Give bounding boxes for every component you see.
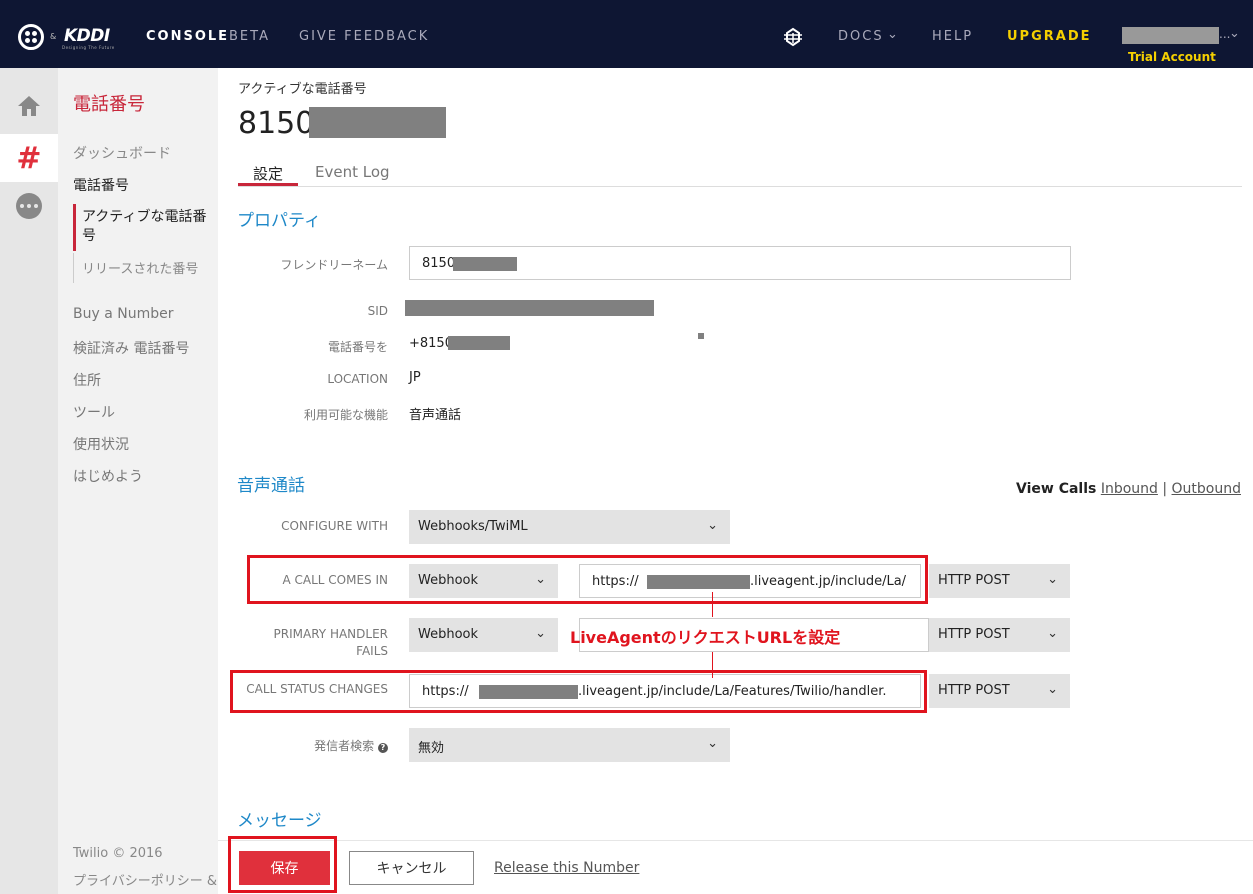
location-value: JP <box>409 370 421 385</box>
phone-number-hash-icon[interactable]: # <box>0 134 58 182</box>
caller-lookup-select[interactable]: 無効 ⌄ <box>409 728 730 762</box>
annotation-connector-bottom <box>712 652 713 678</box>
sidebar-item-address[interactable]: 住所 <box>73 370 101 390</box>
caller-lookup-label-text: 発信者検索 <box>314 739 375 753</box>
sidebar-title: 電話番号 <box>73 94 145 115</box>
chevron-down-icon: ⌄ <box>707 736 718 751</box>
redaction-mark <box>698 333 704 339</box>
primary-handler-label: PRIMARY HANDLER FAILS <box>274 626 388 660</box>
nav-docs[interactable]: DOCS <box>838 29 884 44</box>
sidebar-sub-divider <box>73 253 74 283</box>
debugger-bug-icon[interactable] <box>782 26 804 48</box>
configure-with-label: CONFIGURE WITH <box>281 519 388 533</box>
sidebar: 電話番号 ダッシュボード 電話番号 アクティブな電話番号 リリースされた番号 B… <box>58 68 218 894</box>
privacy-policy-link[interactable]: プライバシーポリシー & <box>73 870 217 889</box>
features-label: 利用可能な機能 <box>303 408 388 422</box>
call-comes-in-method-value: HTTP POST <box>938 573 1010 588</box>
messages-heading: メッセージ <box>237 811 322 831</box>
logo-ampersand: & <box>50 32 57 41</box>
primary-handler-type-value: Webhook <box>418 627 479 642</box>
sidebar-item-buy-number[interactable]: Buy a Number <box>73 306 173 322</box>
account-name-redacted[interactable] <box>1122 27 1219 44</box>
sidebar-item-released-numbers[interactable]: リリースされた番号 <box>82 258 198 277</box>
phone-number-label: 電話番号を <box>327 340 388 354</box>
phone-number-value-redacted <box>448 336 510 350</box>
home-icon[interactable] <box>0 82 58 130</box>
sidebar-item-verified-numbers[interactable]: 検証済み 電話番号 <box>73 338 189 358</box>
properties-heading: プロパティ <box>237 211 321 231</box>
chevron-down-icon: ⌄ <box>1047 572 1058 587</box>
sidebar-item-usage[interactable]: 使用状況 <box>73 434 129 454</box>
footer-action-bar: 保存 キャンセル Release this Number <box>218 840 1253 894</box>
sid-value-redacted <box>405 300 654 316</box>
sidebar-active-indicator <box>73 204 76 251</box>
annotation-box-save <box>228 836 337 893</box>
call-status-method-value: HTTP POST <box>938 683 1010 698</box>
tab-settings[interactable]: 設定 <box>253 163 283 184</box>
caller-lookup-value: 無効 <box>418 741 445 756</box>
chevron-down-icon: ⌄ <box>707 518 718 533</box>
sidebar-item-phone-numbers[interactable]: 電話番号 <box>73 175 129 195</box>
annotation-text: LiveAgentのリクエストURLを設定 <box>570 628 841 647</box>
nav-beta-label: BETA <box>229 29 270 44</box>
configure-with-select[interactable]: Webhooks/TwiML ⌄ <box>409 510 730 544</box>
page-title: 8150 <box>238 106 315 141</box>
friendly-name-redacted <box>453 257 517 271</box>
friendly-name-input[interactable]: 8150 <box>409 246 1071 280</box>
annotation-connector-top <box>712 592 713 617</box>
more-icon[interactable] <box>0 182 58 230</box>
call-comes-in-method-select[interactable]: HTTP POST ⌄ <box>929 564 1070 598</box>
kddi-logo: KDDI <box>64 26 110 46</box>
sidebar-item-getting-started[interactable]: はじめよう <box>73 466 143 486</box>
view-calls-separator: | <box>1162 481 1168 497</box>
call-status-method-select[interactable]: HTTP POST ⌄ <box>929 674 1070 708</box>
nav-console[interactable]: CONSOLE <box>146 29 229 44</box>
nav-upgrade[interactable]: UPGRADE <box>1007 29 1092 44</box>
annotation-box-call-status <box>230 670 927 713</box>
phone-number-value: +8150 <box>409 336 453 351</box>
caller-lookup-label: 発信者検索 ? <box>314 737 388 754</box>
features-value: 音声通話 <box>409 408 462 423</box>
primary-handler-method-select[interactable]: HTTP POST ⌄ <box>929 618 1070 652</box>
tab-divider <box>238 186 1242 187</box>
icon-rail: # <box>0 68 58 894</box>
nav-help[interactable]: HELP <box>932 29 973 44</box>
kddi-logo-tagline: Designing The Future <box>62 45 115 50</box>
phone-number-redacted <box>309 107 446 138</box>
view-calls-label: View Calls <box>1016 481 1097 497</box>
friendly-name-label: フレンドリーネーム <box>280 258 388 272</box>
sidebar-item-dashboard[interactable]: ダッシュボード <box>73 143 171 163</box>
breadcrumb: アクティブな電話番号 <box>238 82 367 97</box>
account-chevron-down-icon[interactable]: ⌄ <box>1229 26 1240 41</box>
help-icon[interactable]: ? <box>378 743 388 753</box>
inbound-link[interactable]: Inbound <box>1101 481 1158 497</box>
primary-handler-label-line2: FAILS <box>356 644 388 658</box>
top-nav-bar: & KDDI Designing The Future CONSOLE BETA… <box>0 0 1253 68</box>
sidebar-item-tools[interactable]: ツール <box>73 402 115 422</box>
sidebar-item-active-numbers[interactable]: アクティブな電話番号 <box>82 208 207 246</box>
voice-heading: 音声通話 <box>237 476 305 496</box>
release-number-link[interactable]: Release this Number <box>494 860 639 876</box>
copyright-text: Twilio © 2016 <box>73 846 163 861</box>
cancel-button[interactable]: キャンセル <box>349 851 474 885</box>
view-calls: View Calls Inbound | Outbound <box>1016 481 1241 497</box>
friendly-name-value: 8150 <box>422 256 456 271</box>
trial-account-label: Trial Account <box>1128 50 1216 64</box>
primary-handler-type-select[interactable]: Webhook ⌄ <box>409 618 558 652</box>
primary-handler-method-value: HTTP POST <box>938 627 1010 642</box>
docs-chevron-down-icon[interactable]: ⌄ <box>887 27 898 42</box>
primary-handler-label-line1: PRIMARY HANDLER <box>273 627 388 641</box>
main-content: アクティブな電話番号 8150 設定 Event Log プロパティ フレンドリ… <box>218 68 1253 894</box>
twilio-logo-icon[interactable] <box>18 24 44 50</box>
sid-label: SID <box>367 304 388 318</box>
location-label: LOCATION <box>327 372 388 386</box>
chevron-down-icon: ⌄ <box>1047 682 1058 697</box>
annotation-box-call-comes-in <box>247 555 928 604</box>
chevron-down-icon: ⌄ <box>535 626 546 641</box>
nav-give-feedback[interactable]: GIVE FEEDBACK <box>299 29 429 44</box>
chevron-down-icon: ⌄ <box>1047 626 1058 641</box>
tab-event-log[interactable]: Event Log <box>315 163 390 181</box>
configure-with-value: Webhooks/TwiML <box>418 519 528 534</box>
outbound-link[interactable]: Outbound <box>1172 481 1241 497</box>
